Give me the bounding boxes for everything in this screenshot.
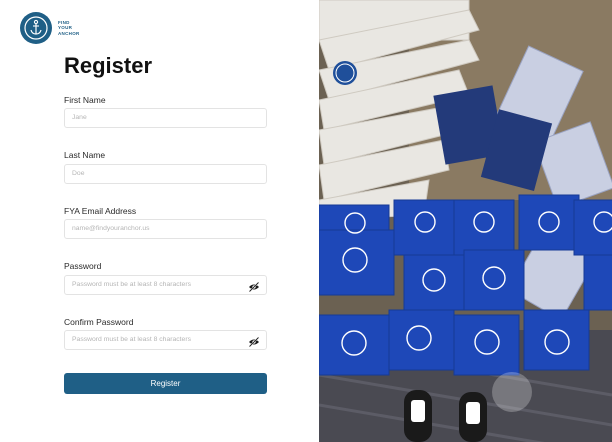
hero-photo [319,0,612,442]
last-name-field[interactable]: Doe [64,164,267,184]
register-button[interactable]: Register [64,373,267,394]
hide-password-icon[interactable] [248,280,260,293]
first-name-label: First Name [64,95,106,105]
confirm-password-label: Confirm Password [64,317,134,327]
confirm-password-field[interactable]: Password must be at least 8 characters [64,330,267,350]
email-placeholder: name@findyouranchor.us [72,225,150,232]
hide-confirm-password-icon[interactable] [248,335,260,348]
password-label: Password [64,261,102,271]
anchor-logo-icon [20,12,52,44]
first-name-placeholder: Jane [72,114,87,121]
boxes-photo-illustration [319,0,612,442]
page-title: Register [64,53,153,78]
last-name-label: Last Name [64,150,106,160]
email-label: FYA Email Address [64,206,137,216]
password-field[interactable]: Password must be at least 8 characters [64,275,267,295]
brand-logo[interactable]: FIND YOUR ANCHOR [20,12,80,44]
register-panel: FIND YOUR ANCHOR Register First Name Jan… [0,0,319,442]
first-name-field[interactable]: Jane [64,108,267,128]
email-field[interactable]: name@findyouranchor.us [64,219,267,239]
confirm-password-placeholder: Password must be at least 8 characters [72,336,191,343]
last-name-placeholder: Doe [72,170,85,177]
brand-wordmark: FIND YOUR ANCHOR [58,19,80,36]
password-placeholder: Password must be at least 8 characters [72,281,191,288]
